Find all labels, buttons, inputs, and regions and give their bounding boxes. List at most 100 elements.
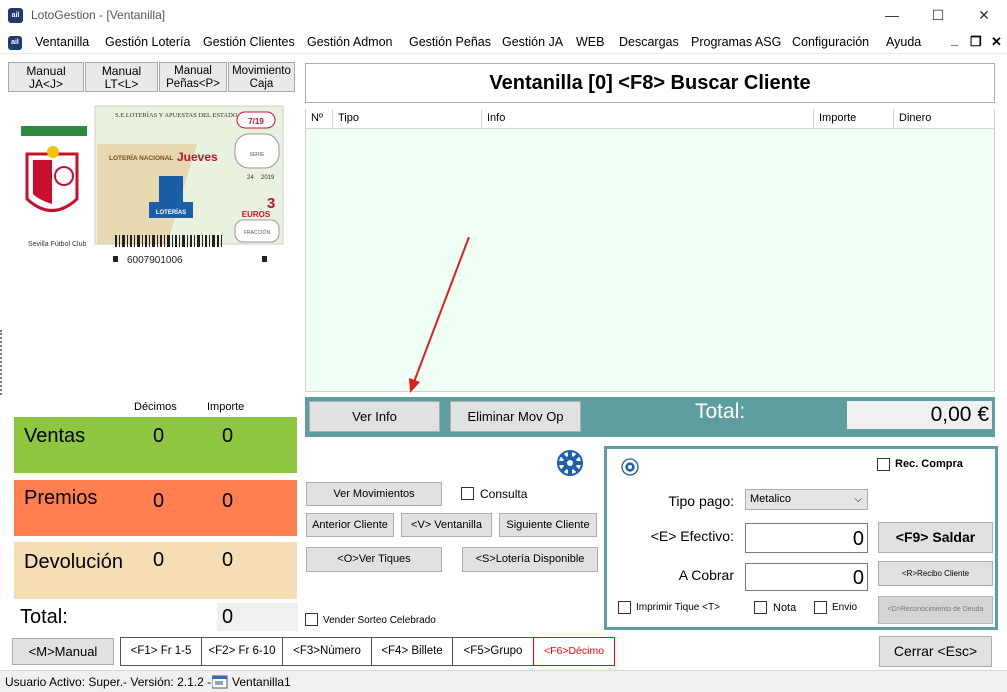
siguiente-cliente-button[interactable]: Siguiente Cliente [499, 513, 597, 537]
ticket-illustration: S.E.LOTERÍAS Y APUESTAS DEL ESTADO 7/19 … [17, 104, 287, 269]
efectivo-input[interactable]: 0 [745, 523, 868, 553]
ticket-day: Jueves [177, 150, 218, 164]
button-label: LT<L> [104, 77, 139, 91]
tipo-pago-label: Tipo pago: [668, 493, 734, 509]
col-dinero[interactable]: Dinero [894, 109, 994, 129]
ticket-currency: EUROS [242, 210, 271, 219]
f3-numero-button[interactable]: <F3>Número [282, 637, 372, 666]
ventas-importe: 0 [222, 425, 234, 447]
ventanilla-header[interactable]: Ventanilla [0] <F8> Buscar Cliente [305, 63, 995, 103]
col-tipo[interactable]: Tipo [333, 109, 482, 129]
tipo-pago-select[interactable]: Metalico ⌵ [745, 489, 868, 510]
premios-importe: 0 [222, 490, 234, 512]
manual-penas-button[interactable]: Manual Peñas<P> [159, 62, 227, 92]
payment-gear-icon[interactable] [620, 457, 640, 477]
cerrar-button[interactable]: Cerrar <Esc> [879, 636, 992, 667]
loteria-disponible-button[interactable]: <S>Lotería Disponible [462, 547, 598, 572]
mdi-close-button[interactable]: ✕ [991, 34, 1002, 50]
imprimir-tique-checkbox[interactable] [618, 601, 631, 614]
total-value: 0 [217, 603, 298, 631]
mdi-restore-button[interactable]: ❐ [970, 34, 982, 50]
button-label: Movimiento [232, 65, 291, 77]
ticket-fraction: FRACCIÓN [244, 229, 271, 236]
menu-programas-asg[interactable]: Programas ASG [691, 35, 781, 49]
maximize-button[interactable]: ☐ [926, 5, 950, 25]
consulta-checkbox[interactable] [461, 487, 474, 500]
efectivo-label: <E> Efectivo: [650, 528, 734, 544]
ticket-issuer: S.E.LOTERÍAS Y APUESTAS DEL ESTADO [115, 111, 238, 119]
menu-web[interactable]: WEB [576, 35, 604, 49]
menu-ayuda[interactable]: Ayuda [886, 35, 921, 49]
menu-gestion-admon[interactable]: Gestión Admon [307, 35, 392, 49]
f6-decimo-button[interactable]: <F6>Décimo [533, 637, 615, 666]
col-info[interactable]: Info [482, 109, 814, 129]
ver-tiques-button[interactable]: <O>Ver Tiques [306, 547, 442, 572]
menu-gestion-ja[interactable]: Gestión JA [502, 35, 563, 49]
nota-label: Nota [773, 602, 797, 614]
manual-ja-button[interactable]: Manual JA<J> [8, 62, 84, 92]
saldar-button[interactable]: <F9> Saldar [878, 522, 993, 553]
app-icon: ail [8, 8, 23, 23]
menu-gestion-penas[interactable]: Gestión Peñas [409, 35, 491, 49]
lottery-ticket-image: S.E.LOTERÍAS Y APUESTAS DEL ESTADO 7/19 … [17, 104, 287, 269]
vender-sorteo-checkbox[interactable] [305, 613, 318, 626]
gear-icon[interactable] [555, 448, 585, 478]
recibo-cliente-button[interactable]: <R>Recibo Cliente [878, 561, 993, 586]
devolucion-importe: 0 [222, 549, 234, 571]
menu-gestion-clientes[interactable]: Gestión Clientes [203, 35, 295, 49]
manual-lt-button[interactable]: Manual LT<L> [85, 62, 158, 92]
ticket-date-year: 2019 [261, 175, 275, 181]
f5-grupo-button[interactable]: <F5>Grupo [452, 637, 534, 666]
a-cobrar-input[interactable]: 0 [745, 563, 868, 591]
devolucion-label: Devolución [24, 551, 123, 573]
ver-movimientos-button[interactable]: Ver Movimientos [306, 482, 442, 506]
close-button[interactable]: ✕ [972, 5, 996, 25]
ticket-serie: SERIE [249, 152, 265, 158]
f4-billete-button[interactable]: <F4> Billete [371, 637, 453, 666]
envio-label: Envio [832, 602, 858, 613]
manual-button[interactable]: <M>Manual [12, 638, 114, 665]
envio-checkbox[interactable] [814, 601, 827, 614]
reconocimiento-deuda-button[interactable]: <D>Reconocimiento de Deuda [878, 596, 993, 624]
button-label: JA<J> [28, 77, 64, 91]
splitter-grip[interactable] [0, 330, 4, 395]
f1-fr-1-5-button[interactable]: <F1> Fr 1-5 [120, 637, 202, 666]
ticket-club: Sevilla Fútbol Club [28, 241, 86, 248]
status-window[interactable]: Ventanilla1 [232, 675, 291, 689]
nota-checkbox[interactable] [754, 601, 767, 614]
ticket-brand: LOTERÍAS [156, 208, 186, 216]
ticket-product: LOTERÍA NACIONAL [109, 153, 173, 162]
main-total-value: 0,00 € [847, 401, 992, 429]
rec-compra-checkbox[interactable] [877, 458, 890, 471]
total-label: Total: [20, 606, 68, 628]
devolucion-decimos: 0 [153, 549, 165, 571]
chevron-down-icon: ⌵ [854, 494, 862, 505]
button-label: Manual [174, 65, 212, 77]
window-icon [212, 675, 228, 689]
ticket-date-day: 24 [247, 175, 254, 181]
col-numero[interactable]: Nº [306, 109, 333, 129]
ticket-number: 6007901006 [127, 255, 183, 266]
movimiento-caja-button[interactable]: Movimiento Caja [228, 62, 295, 92]
ticket-draw: 7/19 [248, 117, 264, 126]
f2-fr-6-10-button[interactable]: <F2> Fr 6-10 [201, 637, 283, 666]
ventanilla-button[interactable]: <V> Ventanilla [401, 513, 492, 537]
menu-descargas[interactable]: Descargas [619, 35, 679, 49]
ver-info-button[interactable]: Ver Info [309, 401, 440, 432]
menu-ventanilla[interactable]: Ventanilla [35, 35, 89, 49]
tipo-pago-value: Metalico [750, 493, 791, 505]
ventas-decimos: 0 [153, 425, 165, 447]
menu-gestion-loteria[interactable]: Gestión Lotería [105, 35, 190, 49]
a-cobrar-label: A Cobrar [678, 567, 734, 583]
vender-sorteo-label: Vender Sorteo Celebrado [323, 615, 436, 626]
eliminar-mov-button[interactable]: Eliminar Mov Op [450, 401, 581, 432]
minimize-button[interactable]: — [880, 5, 904, 25]
mdi-minimize-button[interactable]: _ [951, 32, 958, 47]
anterior-cliente-button[interactable]: Anterior Cliente [306, 513, 394, 537]
button-label: Peñas<P> [166, 78, 220, 90]
mdi-app-icon[interactable]: ail [8, 36, 22, 50]
imprimir-tique-label: Imprimir Tique <T> [636, 602, 720, 613]
menu-configuracion[interactable]: Configuración [792, 35, 869, 49]
col-importe[interactable]: Importe [814, 109, 894, 129]
window-title: LotoGestion - [Ventanilla] [31, 8, 166, 22]
